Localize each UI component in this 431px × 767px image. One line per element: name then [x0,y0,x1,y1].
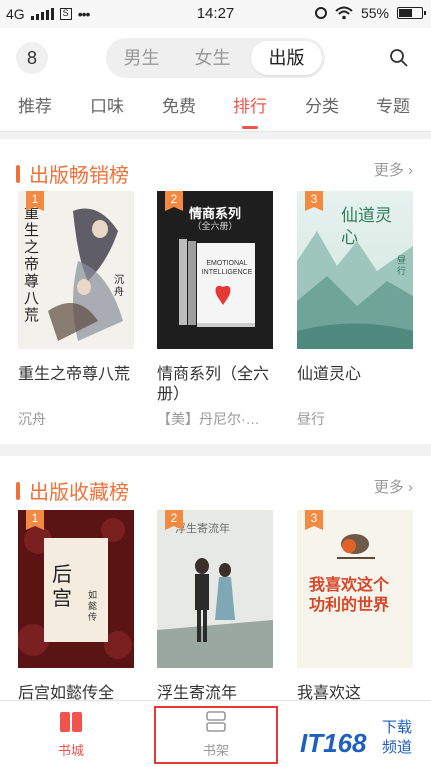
segment-female[interactable]: 女生 [177,38,248,78]
book-cover[interactable]: 仙道灵心 昼行 3 [297,191,413,349]
cover-title: 我喜欢这个功利的世界 [309,577,390,614]
nav-label: 书城 [57,743,84,758]
section-title-text: 出版收藏榜 [29,482,129,504]
highlight-box [154,706,278,764]
cover-english-title: EMOTIONAL INTELLIGENCE [201,260,253,276]
book-cover[interactable]: 浮生寄流年 2 [157,510,273,668]
book-author: 【美】丹尼尔·… [157,411,260,427]
favorites-section: 出版收藏榜 更多 › 后宫 如懿传 1 后宫如懿传全 浮生寄流年 2 浮生寄流年… [0,456,431,702]
app-header: 8 男生 女生 出版 推荐 口味 免费 排行 分类 专题 [0,28,431,132]
chevron-right-icon: › [408,479,413,496]
battery-percent: 55% [360,5,389,21]
book-author: 昼行 [297,411,325,427]
segment-publish[interactable]: 出版 [251,41,322,75]
book-cover[interactable]: 后宫 如懿传 1 [18,510,134,668]
chevron-right-icon: › [408,162,413,179]
search-icon[interactable] [389,48,409,68]
gender-segment-control: 男生 女生 出版 [106,38,325,78]
book-title[interactable]: 情商系列（全六册） [157,365,273,405]
book-cover[interactable]: 重生之帝尊八荒 沉舟 1 [18,191,134,349]
cover-title: 浮生寄流年 [175,523,230,535]
watermark-logo: IT168 下载 频道 [300,712,420,762]
book-title[interactable]: 重生之帝尊八荒 [18,365,134,385]
tab-free[interactable]: 免费 [162,92,196,117]
tab-category[interactable]: 分类 [305,92,339,117]
cover-art-pattern [18,510,134,668]
segment-male[interactable]: 男生 [106,38,177,78]
bestseller-section: 出版畅销榜 更多 › 重生之帝尊八荒 沉舟 1 重生之帝尊八荒 沉舟 情商系列 … [0,139,431,444]
cover-author: 昼行 [397,255,407,276]
section-marker [16,164,20,183]
active-tab-indicator [242,126,258,129]
wifi-icon [335,6,353,20]
watermark-sub-1: 下载 [382,719,413,736]
cover-author: 沉舟 [114,275,124,298]
cover-title: 重生之帝尊八荒 [24,204,40,324]
tab-taste[interactable]: 口味 [90,92,124,117]
nav-bookstore[interactable]: 书城 [21,711,121,759]
section-title-text: 出版畅销榜 [29,165,129,187]
book-title[interactable]: 仙道灵心 [297,365,413,385]
book-cover[interactable]: 我喜欢这个功利的世界 3 [297,510,413,668]
tab-recommend[interactable]: 推荐 [18,92,52,117]
avatar[interactable]: 8 [16,42,48,74]
more-link[interactable]: 更多 › [374,159,413,180]
section-title: 出版畅销榜 [16,159,129,188]
book-icon [60,712,82,732]
cover-title: 后宫 [52,562,72,610]
section-marker [16,481,20,500]
book-author: 沉舟 [18,411,46,427]
book-cover[interactable]: 情商系列 （全六册） EMOTIONAL INTELLIGENCE 2 [157,191,273,349]
battery-icon [397,7,426,19]
tab-topic[interactable]: 专题 [376,92,410,117]
cover-title: 仙道灵心 [341,206,392,248]
watermark-sub-2: 频道 [382,739,413,756]
category-tabs: 推荐 口味 免费 排行 分类 专题 [0,92,431,131]
watermark-text: IT168 [300,728,367,758]
tab-ranking[interactable]: 排行 [233,92,267,117]
more-link[interactable]: 更多 › [374,476,413,497]
section-title: 出版收藏榜 [16,476,129,505]
cover-subtitle: 如懿传 [88,590,98,622]
alarm-icon [314,7,327,19]
status-bar: 4G S ••• 14:27 55% [0,0,431,28]
